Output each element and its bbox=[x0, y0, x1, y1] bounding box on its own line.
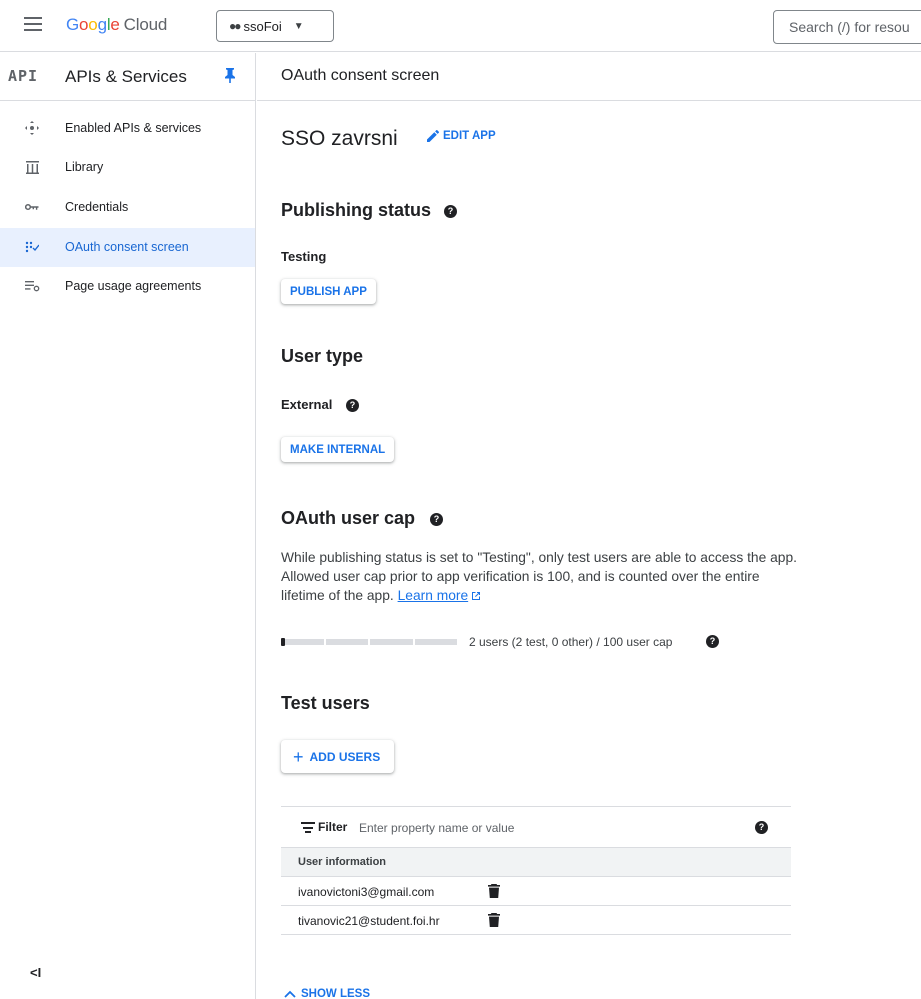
logo-letter: o bbox=[79, 15, 89, 34]
edit-app-button[interactable]: EDIT APP bbox=[427, 130, 496, 142]
user-type-value-row: External ? bbox=[281, 397, 359, 413]
project-icon: ●● bbox=[229, 19, 241, 33]
test-users-table: Filter ? User information ivanovictoni3@… bbox=[281, 806, 791, 935]
sidebar-item-library[interactable]: Library bbox=[0, 148, 255, 187]
user-cap-progress-fill bbox=[281, 638, 285, 646]
logo-cloud-text: Cloud bbox=[123, 15, 168, 34]
add-users-label: ADD USERS bbox=[309, 749, 381, 764]
delete-icon[interactable] bbox=[488, 913, 500, 927]
heading-text: OAuth user cap bbox=[281, 508, 416, 528]
menu-icon-line bbox=[24, 29, 42, 31]
heading-text: Publishing status bbox=[281, 200, 432, 220]
plus-icon: + bbox=[293, 746, 304, 767]
edit-app-label: EDIT APP bbox=[443, 130, 496, 142]
logo-letter: G bbox=[66, 15, 80, 34]
user-cap-progress-bar bbox=[281, 639, 459, 645]
settings-list-icon bbox=[24, 278, 40, 294]
api-icon: API bbox=[8, 67, 39, 85]
user-type-value: External bbox=[281, 397, 333, 412]
external-link-icon bbox=[472, 592, 481, 600]
logo-letter: e bbox=[110, 15, 120, 34]
menu-icon-line bbox=[24, 23, 42, 25]
help-icon[interactable]: ? bbox=[430, 512, 444, 526]
app-name: SSO zavrsni bbox=[281, 127, 398, 150]
filter-bar: Filter ? bbox=[281, 806, 791, 848]
progress-segment bbox=[414, 639, 457, 645]
table-header-row: User information bbox=[281, 848, 791, 877]
project-name: ssoFoi bbox=[243, 18, 282, 34]
publishing-status-heading: Publishing status ? bbox=[281, 200, 458, 221]
help-icon[interactable]: ? bbox=[706, 635, 719, 648]
progress-segment bbox=[325, 639, 368, 645]
google-cloud-logo[interactable]: Google Cloud bbox=[66, 15, 167, 35]
make-internal-button[interactable]: MAKE INTERNAL bbox=[281, 437, 395, 462]
delete-icon[interactable] bbox=[488, 884, 500, 898]
pin-icon[interactable] bbox=[225, 67, 235, 83]
filter-input[interactable] bbox=[359, 816, 739, 840]
description-text: While publishing status is set to "Testi… bbox=[281, 550, 797, 603]
search-placeholder: Search (/) for resou bbox=[789, 19, 910, 35]
sidebar-header: API APIs & Services bbox=[0, 53, 255, 101]
project-picker[interactable]: ●● ssoFoi ▼ bbox=[216, 10, 334, 42]
help-icon[interactable]: ? bbox=[755, 821, 768, 834]
progress-segment bbox=[370, 639, 413, 645]
sidebar-item-page-usage[interactable]: Page usage agreements bbox=[0, 267, 255, 306]
help-icon[interactable]: ? bbox=[444, 204, 458, 218]
chevron-up-icon bbox=[284, 990, 296, 998]
logo-letter: o bbox=[88, 15, 98, 34]
enabled-apis-icon bbox=[24, 120, 40, 136]
sidebar-item-enabled-apis[interactable]: Enabled APIs & services bbox=[0, 109, 255, 148]
sidebar-item-label: Enabled APIs & services bbox=[65, 121, 202, 135]
publishing-status-value: Testing bbox=[281, 249, 327, 264]
user-email: ivanovictoni3@gmail.com bbox=[298, 885, 435, 899]
sidebar-title: APIs & Services bbox=[65, 67, 187, 86]
user-cap-heading: OAuth user cap ? bbox=[281, 508, 444, 529]
top-bar: Google Cloud ●● ssoFoi ▼ Search (/) for r… bbox=[0, 0, 921, 52]
chevron-down-icon: ▼ bbox=[293, 20, 304, 32]
main-menu-button[interactable] bbox=[24, 17, 42, 31]
table-row: ivanovictoni3@gmail.com bbox=[281, 877, 791, 906]
page-title: OAuth consent screen bbox=[281, 67, 440, 84]
main-content: OAuth consent screen SSO zavrsni EDIT AP… bbox=[257, 53, 921, 999]
sidebar-item-label: Page usage agreements bbox=[65, 279, 202, 293]
learn-more-link[interactable]: Learn more bbox=[398, 588, 469, 603]
help-icon[interactable]: ? bbox=[345, 399, 359, 413]
show-less-label: SHOW LESS bbox=[301, 988, 371, 999]
user-cap-usage-text: 2 users (2 test, 0 other) / 100 user cap bbox=[469, 635, 673, 649]
collapse-sidebar-button[interactable]: <I bbox=[30, 965, 41, 980]
publish-app-button[interactable]: PUBLISH APP bbox=[281, 279, 376, 304]
library-icon bbox=[24, 159, 40, 175]
pencil-icon bbox=[427, 130, 439, 142]
search-input[interactable]: Search (/) for resou bbox=[773, 10, 921, 44]
oauth-icon bbox=[24, 239, 40, 255]
test-users-heading: Test users bbox=[281, 693, 370, 713]
sidebar-item-label: Credentials bbox=[65, 200, 129, 214]
sidebar: API APIs & Services Enabled APIs & servi… bbox=[0, 53, 256, 999]
progress-segment bbox=[281, 639, 324, 645]
show-less-button[interactable]: SHOW LESS bbox=[284, 988, 370, 999]
sidebar-item-credentials[interactable]: Credentials bbox=[0, 188, 255, 227]
add-users-button[interactable]: + ADD USERS bbox=[281, 740, 395, 773]
sidebar-item-label: Library bbox=[65, 160, 104, 174]
user-type-heading: User type bbox=[281, 346, 364, 366]
filter-label: Filter bbox=[318, 820, 348, 834]
sidebar-item-oauth-consent[interactable]: OAuth consent screen bbox=[0, 228, 255, 267]
sidebar-item-label: OAuth consent screen bbox=[65, 240, 189, 254]
user-cap-description: While publishing status is set to "Testi… bbox=[281, 548, 801, 605]
menu-icon-line bbox=[24, 17, 42, 19]
key-icon bbox=[24, 199, 40, 215]
table-row: tivanovic21@student.foi.hr bbox=[281, 906, 791, 935]
column-header-user-information[interactable]: User information bbox=[298, 856, 386, 868]
logo-letter: g bbox=[97, 15, 107, 34]
filter-icon bbox=[301, 822, 315, 834]
user-email: tivanovic21@student.foi.hr bbox=[298, 914, 440, 928]
page-header: OAuth consent screen bbox=[257, 53, 921, 101]
